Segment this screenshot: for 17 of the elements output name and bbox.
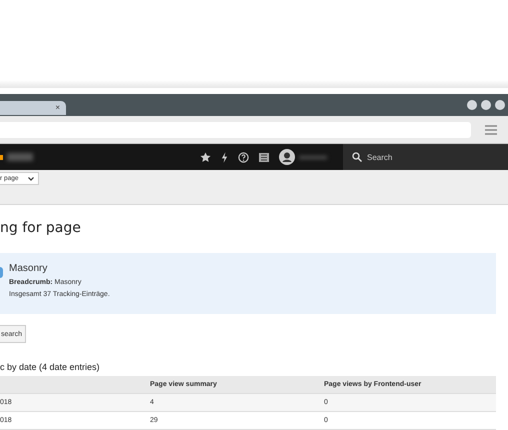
- search-icon: [352, 152, 362, 162]
- page-heading: ng for page: [0, 220, 82, 238]
- close-tab-icon[interactable]: ×: [55, 102, 60, 114]
- browser-tab[interactable]: ×: [0, 101, 66, 115]
- menu-icon[interactable]: [485, 124, 497, 134]
- table-title: c by date (4 date entries): [0, 362, 101, 372]
- bolt-icon[interactable]: [221, 152, 228, 162]
- help-icon[interactable]: [238, 152, 249, 162]
- info-title: Masonry: [9, 263, 48, 274]
- search-field[interactable]: Search: [343, 144, 508, 170]
- chevron-icon: [28, 176, 34, 180]
- blurred-site-name: [7, 153, 33, 161]
- search-placeholder: Search: [367, 152, 392, 162]
- star-icon[interactable]: [200, 152, 211, 162]
- logo-icon[interactable]: [0, 154, 3, 160]
- avatar-icon[interactable]: [279, 149, 295, 165]
- list-icon[interactable]: [259, 152, 269, 162]
